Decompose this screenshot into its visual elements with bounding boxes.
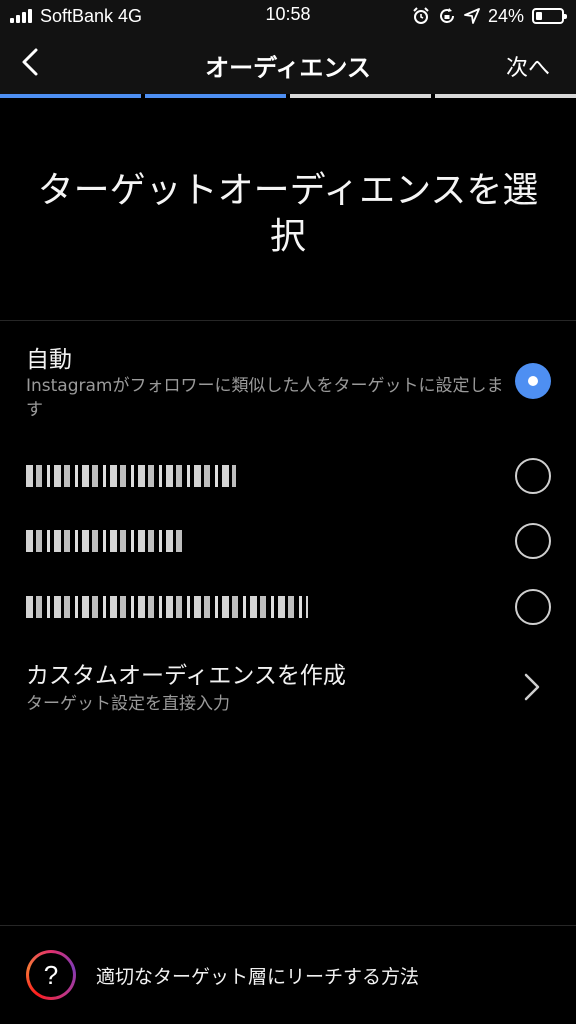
option-custom-description: ターゲット設定を直接入力 — [26, 694, 230, 714]
divider — [0, 320, 576, 321]
help-link[interactable]: ? 適切なターゲット層にリーチする方法 — [0, 926, 576, 1024]
step-progress — [0, 94, 576, 98]
status-right: 24% — [412, 4, 567, 28]
redacted-label — [26, 596, 308, 618]
option-auto[interactable]: 自動 Instagramがフォロワーに類似した人をターゲットに設定します — [0, 336, 576, 436]
progress-step-1 — [0, 94, 141, 98]
rotation-lock-icon — [440, 8, 454, 23]
option-auto-title: 自動 — [26, 347, 72, 373]
radio-saved-audience-3[interactable] — [515, 589, 551, 625]
clock: 10:58 — [265, 4, 311, 24]
location-icon — [464, 8, 480, 24]
next-button[interactable]: 次へ — [506, 50, 550, 82]
option-saved-audience-1[interactable] — [0, 456, 576, 496]
option-custom-title: カスタムオーディエンスを作成 — [26, 663, 346, 689]
progress-step-3 — [290, 94, 431, 98]
nav-bar: オーディエンス 次へ — [0, 32, 576, 94]
status-bar: SoftBank 4G 10:58 24% — [0, 0, 576, 32]
progress-step-2 — [145, 94, 286, 98]
option-saved-audience-3[interactable] — [0, 587, 576, 627]
section-heading: ターゲットオーディエンスを選択 — [37, 170, 539, 257]
radio-saved-audience-1[interactable] — [515, 458, 551, 494]
option-saved-audience-2[interactable] — [0, 521, 576, 561]
question-icon: ? — [26, 950, 76, 1000]
redacted-label — [26, 530, 184, 552]
help-label: 適切なターゲット層にリーチする方法 — [96, 966, 420, 988]
redacted-label — [26, 465, 236, 487]
option-auto-description: Instagramがフォロワーに類似した人をターゲットに設定します — [26, 376, 504, 420]
radio-auto[interactable] — [515, 363, 551, 399]
chevron-right-icon — [524, 673, 540, 701]
radio-saved-audience-2[interactable] — [515, 523, 551, 559]
option-create-custom[interactable]: カスタムオーディエンスを作成 ターゲット設定を直接入力 — [0, 652, 576, 724]
progress-step-4 — [435, 94, 576, 98]
battery-icon — [532, 8, 567, 24]
battery-percent: 24% — [487, 5, 524, 26]
page-title: オーディエンス — [205, 54, 371, 82]
alarm-icon — [413, 7, 429, 24]
